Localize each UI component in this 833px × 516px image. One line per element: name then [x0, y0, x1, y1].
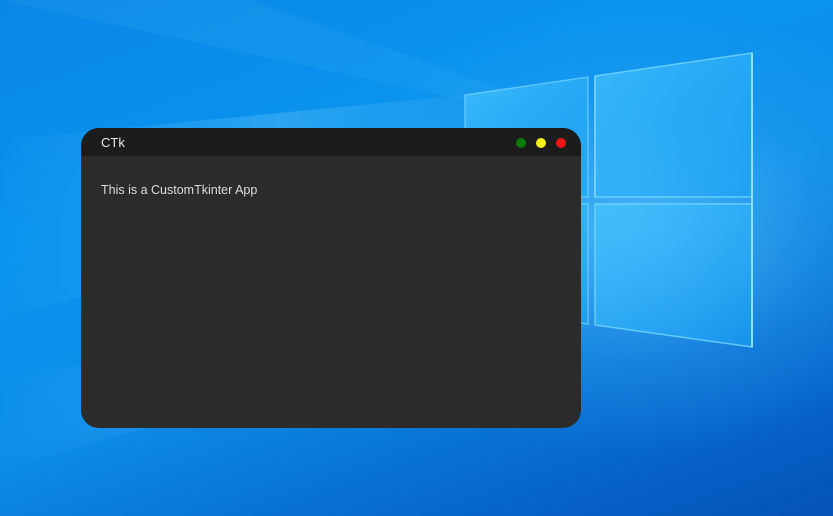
- close-button[interactable]: [556, 138, 566, 148]
- window-title: CTk: [101, 135, 125, 150]
- minimize-button[interactable]: [536, 138, 546, 148]
- maximize-button[interactable]: [516, 138, 526, 148]
- window-titlebar[interactable]: CTk: [81, 128, 581, 156]
- desktop-wallpaper: CTk This is a CustomTkinter App: [0, 0, 833, 516]
- app-label: This is a CustomTkinter App: [101, 183, 258, 197]
- app-window[interactable]: CTk This is a CustomTkinter App: [81, 128, 581, 428]
